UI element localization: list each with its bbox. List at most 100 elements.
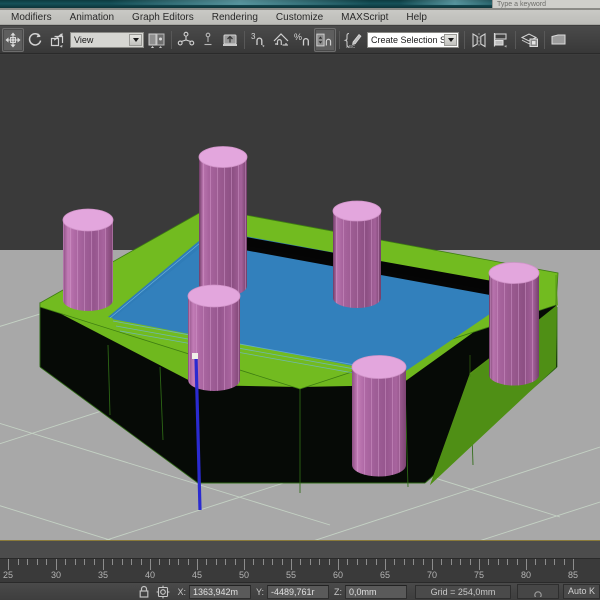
ruler-tick-minor [309, 559, 311, 565]
selection-lock-icon[interactable] [135, 584, 152, 599]
menu-item-modifiers[interactable]: Modifiers [2, 10, 61, 25]
select-link-button[interactable] [175, 28, 197, 52]
ruler-tick-minor [328, 559, 330, 565]
track-bar[interactable] [0, 540, 600, 558]
ruler-label: 25 [2, 570, 14, 580]
chevron-down-icon[interactable] [129, 33, 142, 46]
percent-snap-button[interactable]: % [292, 28, 314, 52]
menu-item-maxscript[interactable]: MAXScript [332, 10, 397, 25]
toolbar-separator [171, 30, 172, 49]
cylinder [488, 262, 540, 386]
menu-bar: Modifiers Animation Graph Editors Rendering… [0, 10, 600, 25]
title-bar-glow [110, 0, 370, 5]
key-mode-toggle[interactable] [516, 584, 559, 599]
select-move-button[interactable] [2, 27, 24, 52]
ruler-tick-major [573, 559, 574, 570]
menu-item-help[interactable]: Help [397, 10, 436, 25]
svg-text:%: % [294, 32, 302, 42]
ruler-tick-major [197, 559, 198, 570]
ruler-tick-minor [535, 559, 537, 565]
angle-snap-button[interactable] [270, 28, 292, 52]
ruler-tick-major [338, 559, 339, 570]
ruler-label: 65 [379, 570, 391, 580]
ruler-tick-major [56, 559, 57, 570]
spinner-snap-button[interactable] [314, 27, 336, 52]
ruler-tick-minor [93, 559, 95, 565]
z-coordinate-field[interactable]: 0,0mm [344, 584, 407, 599]
cylinder [62, 208, 114, 311]
ruler-label: 45 [191, 570, 203, 580]
reference-coordinate-value: View [74, 34, 94, 45]
ruler-tick-minor [488, 559, 490, 565]
mirror-button[interactable] [468, 28, 490, 52]
layer-manager-button[interactable] [519, 28, 541, 52]
ruler-tick-minor [74, 559, 76, 565]
toolbar-separator [244, 30, 245, 49]
ruler-tick-minor [253, 559, 255, 565]
use-center-button[interactable] [146, 28, 168, 52]
ruler-tick-minor [225, 559, 227, 565]
bind-space-warp-button[interactable] [219, 28, 241, 52]
cylinder [198, 146, 248, 297]
perspective-viewport[interactable] [0, 55, 600, 540]
select-rotate-button[interactable] [24, 28, 46, 52]
ruler-label: 50 [238, 570, 250, 580]
ruler-tick-minor [46, 559, 48, 565]
menu-item-customize[interactable]: Customize [267, 10, 332, 25]
selection-set-combo[interactable]: Create Selection Se [367, 31, 459, 48]
snap-toggle-3d-button[interactable]: 3 [248, 28, 270, 52]
unlink-selection-button[interactable] [197, 28, 219, 52]
ruler-tick-major [8, 559, 9, 570]
ruler-tick-major [244, 559, 245, 570]
selection-set-value: Create Selection Se [371, 34, 452, 45]
menu-item-rendering[interactable]: Rendering [203, 10, 267, 25]
ruler-tick-major [432, 559, 433, 570]
toolbar-separator [339, 30, 340, 49]
toolbar-separator [515, 30, 516, 49]
menu-item-animation[interactable]: Animation [61, 10, 123, 25]
ruler-tick-major [291, 559, 292, 570]
auto-key-button[interactable]: Auto K [562, 584, 600, 599]
reference-coordinate-combo[interactable]: View [70, 31, 144, 48]
ruler-tick-minor [497, 559, 499, 565]
x-coordinate-label: X: [177, 586, 186, 597]
align-button[interactable] [490, 28, 512, 52]
ruler-tick-minor [178, 559, 180, 565]
ruler-label: 85 [567, 570, 579, 580]
ruler-tick-minor [366, 559, 368, 565]
cylinder [351, 355, 407, 477]
time-ruler[interactable]: 25 30 35 40 45 50 55 60 65 70 75 80 85 [0, 558, 600, 582]
x-coordinate-field[interactable]: 1363,942m [188, 584, 251, 599]
toolbar-separator [464, 30, 465, 49]
ruler-tick-minor [394, 559, 396, 565]
ruler-tick-minor [17, 559, 19, 565]
ruler-tick-major [479, 559, 480, 570]
ruler-tick-minor [319, 559, 321, 565]
viewport-3d-scene [0, 55, 600, 540]
y-coordinate-field[interactable]: -4489,761r [266, 584, 329, 599]
y-coordinate-label: Y: [255, 586, 264, 597]
named-selection-sets-button[interactable]: ABC [343, 28, 365, 52]
search-input[interactable]: Type a keyword [492, 0, 600, 8]
ruler-tick-minor [413, 559, 415, 565]
ruler-tick-minor [375, 559, 377, 565]
ruler-label: 60 [332, 570, 344, 580]
ruler-tick-minor [187, 559, 189, 565]
ruler-tick-minor [27, 559, 29, 565]
grid-size-display: Grid = 254,0mm [414, 584, 511, 599]
curve-editor-button[interactable] [548, 28, 570, 52]
ruler-tick-minor [441, 559, 443, 565]
ruler-label: 75 [473, 570, 485, 580]
ruler-tick-minor [84, 559, 86, 565]
ruler-label: 30 [50, 570, 62, 580]
chevron-down-icon[interactable] [444, 33, 457, 46]
ruler-tick-minor [347, 559, 349, 565]
menu-item-graph-editors[interactable]: Graph Editors [123, 10, 203, 25]
ruler-tick-minor [450, 559, 452, 565]
ruler-tick-minor [140, 559, 142, 565]
ruler-tick-minor [215, 559, 217, 565]
select-scale-button[interactable] [46, 28, 68, 52]
title-bar: Type a keyword [0, 0, 600, 8]
absolute-mode-transform-icon[interactable] [154, 584, 171, 599]
ruler-tick-minor [554, 559, 556, 565]
